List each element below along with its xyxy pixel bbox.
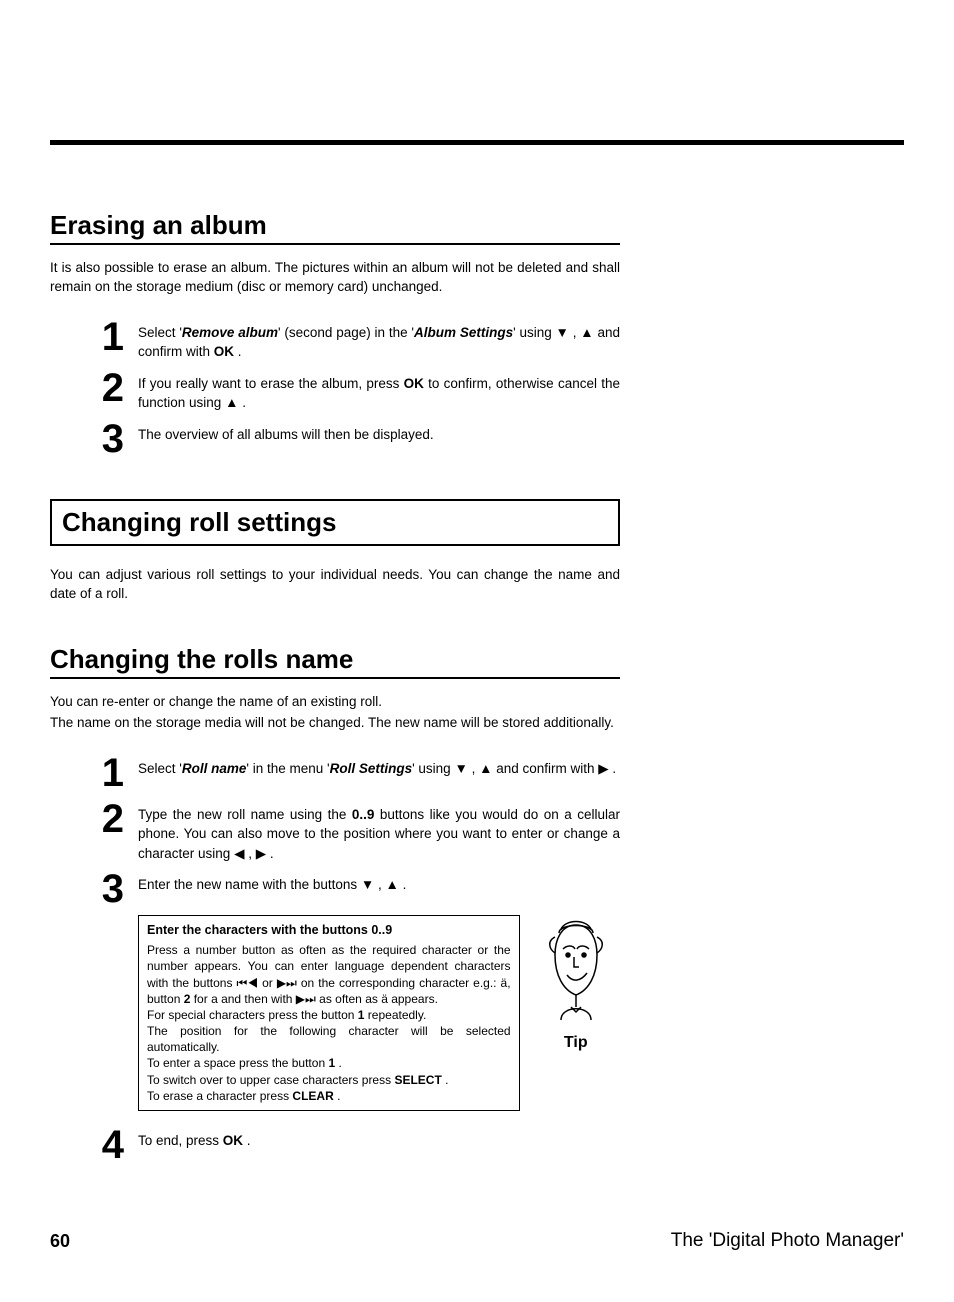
tip-line-2: For special characters press the button … (147, 1007, 511, 1023)
step-number: 1 (50, 317, 138, 357)
tip-header: Enter the characters with the buttons 0.… (147, 922, 511, 939)
main-content: Erasing an album It is also possible to … (50, 200, 620, 1171)
skip-prev-icon: ⏮◀ (237, 975, 259, 991)
tip-line-5: To switch over to upper case characters … (147, 1072, 511, 1088)
step-text: Enter the new name with the buttons ▼ , … (138, 869, 620, 895)
tip-line-1: Press a number button as often as the re… (147, 942, 511, 1007)
page-number: 60 (50, 1231, 70, 1252)
step-text: Select 'Remove album' (second page) in t… (138, 317, 620, 362)
step-number: 1 (50, 753, 138, 793)
right-arrow-icon: ▶ (598, 759, 608, 779)
skip-next-icon: ▶⏭ (277, 975, 297, 991)
up-arrow-icon: ▲ (479, 759, 492, 779)
step-number: 2 (50, 799, 138, 839)
step-text: Type the new roll name using the 0..9 bu… (138, 799, 620, 864)
intro-rolls-name-2: The name on the storage media will not b… (50, 714, 620, 733)
steps-erasing-album: 1 Select 'Remove album' (second page) in… (50, 317, 620, 459)
step-2: 2 Type the new roll name using the 0..9 … (50, 799, 620, 864)
tip-illustration: Tip (532, 915, 620, 1052)
heading-changing-roll-settings: Changing roll settings (50, 499, 620, 546)
heading-erasing-album: Erasing an album (50, 210, 620, 245)
skip-next-icon: ▶⏭ (296, 991, 316, 1007)
step-number: 2 (50, 368, 138, 408)
up-arrow-icon: ▲ (580, 323, 593, 343)
tip-label: Tip (532, 1034, 620, 1052)
up-arrow-icon: ▲ (386, 875, 399, 895)
face-icon (541, 915, 611, 1025)
steps-rolls-name: 1 Select 'Roll name' in the menu 'Roll S… (50, 753, 620, 910)
down-arrow-icon: ▼ (556, 323, 569, 343)
step-number: 3 (50, 419, 138, 459)
steps-rolls-name-cont: 4 To end, press OK . (50, 1125, 620, 1165)
step-2: 2 If you really want to erase the album,… (50, 368, 620, 413)
tip-line-6: To erase a character press CLEAR . (147, 1088, 511, 1104)
up-arrow-icon: ▲ (225, 393, 238, 413)
intro-rolls-name-1: You can re-enter or change the name of a… (50, 693, 620, 712)
left-arrow-icon: ◀ (234, 844, 244, 864)
step-4: 4 To end, press OK . (50, 1125, 620, 1165)
intro-roll-settings: You can adjust various roll settings to … (50, 566, 620, 604)
footer-title: The 'Digital Photo Manager' (671, 1230, 904, 1252)
step-text: The overview of all albums will then be … (138, 419, 620, 445)
step-1: 1 Select 'Remove album' (second page) in… (50, 317, 620, 362)
down-arrow-icon: ▼ (454, 759, 467, 779)
intro-erasing-album: It is also possible to erase an album. T… (50, 259, 620, 297)
step-1: 1 Select 'Roll name' in the menu 'Roll S… (50, 753, 620, 793)
step-text: To end, press OK . (138, 1125, 620, 1151)
down-arrow-icon: ▼ (361, 875, 374, 895)
page-footer: 60 The 'Digital Photo Manager' (50, 1230, 904, 1252)
tip-row: Enter the characters with the buttons 0.… (138, 915, 620, 1111)
top-rule (50, 140, 904, 145)
step-text: Select 'Roll name' in the menu 'Roll Set… (138, 753, 620, 779)
right-arrow-icon: ▶ (256, 844, 266, 864)
heading-changing-rolls-name: Changing the rolls name (50, 644, 620, 679)
step-3: 3 The overview of all albums will then b… (50, 419, 620, 459)
tip-line-4: To enter a space press the button 1 . (147, 1055, 511, 1071)
step-text: If you really want to erase the album, p… (138, 368, 620, 413)
step-3: 3 Enter the new name with the buttons ▼ … (50, 869, 620, 909)
tip-line-3: The position for the following character… (147, 1023, 511, 1055)
step-number: 3 (50, 869, 138, 909)
tip-box: Enter the characters with the buttons 0.… (138, 915, 520, 1111)
step-number: 4 (50, 1125, 138, 1165)
